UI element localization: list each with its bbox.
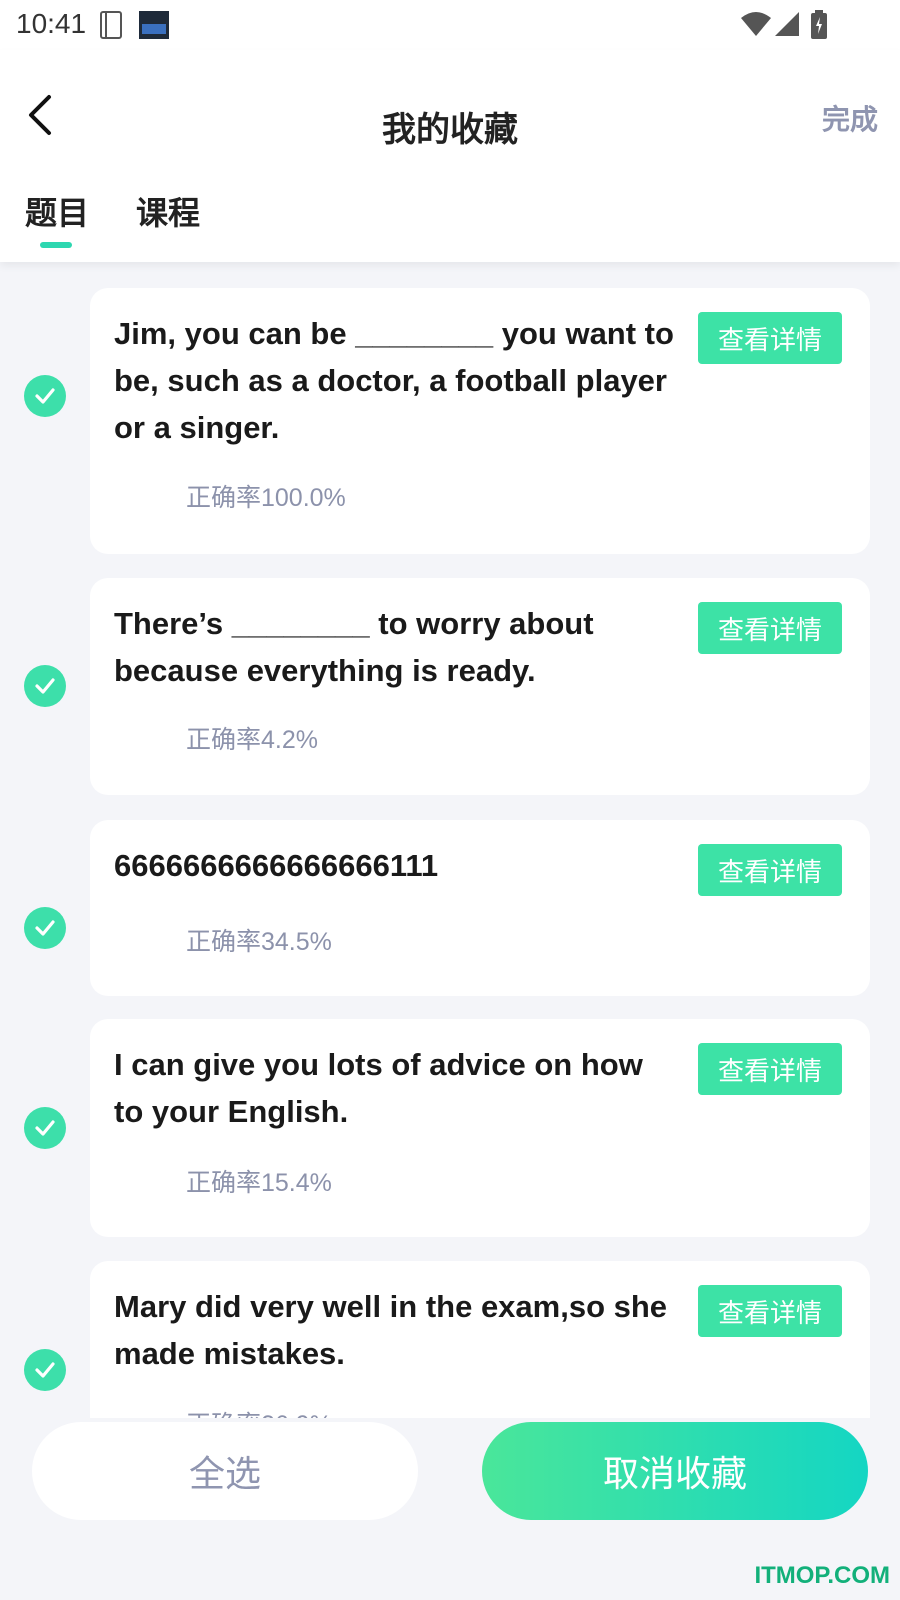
question-card[interactable]: There’s ________ to worry about because …	[90, 578, 870, 795]
question-text: 6666666666666666111	[114, 848, 439, 883]
view-details-button[interactable]: 查看详情	[698, 844, 842, 896]
question-card[interactable]: 6666666666666666111 查看详情 正确率34.5%	[90, 820, 870, 996]
tab-courses[interactable]: 课程	[136, 188, 200, 234]
battery-icon	[810, 10, 828, 45]
checkbox-checked-icon[interactable]	[24, 1107, 66, 1149]
checkbox-checked-icon[interactable]	[24, 665, 66, 707]
status-time: 10:41	[16, 8, 87, 39]
question-text: I can give you lots of advice on how to …	[114, 1047, 643, 1129]
question-card[interactable]: I can give you lots of advice on how to …	[90, 1019, 870, 1237]
remove-favorites-button[interactable]: 取消收藏	[482, 1422, 868, 1520]
accuracy-rate: 正确率4.2%	[186, 726, 318, 754]
watermark: ITMOP.COM	[754, 1562, 890, 1589]
signal-icon	[774, 10, 800, 43]
view-details-button[interactable]: 查看详情	[698, 312, 842, 364]
accuracy-rate: 正确率100.0%	[186, 484, 346, 512]
question-text: Mary did very well in the exam,so she ma…	[114, 1289, 668, 1371]
question-card[interactable]: Mary did very well in the exam,so she ma…	[90, 1261, 870, 1418]
done-button[interactable]: 完成	[822, 98, 878, 138]
notebook-icon	[98, 10, 124, 45]
accuracy-rate: 正确率15.4%	[186, 1169, 332, 1197]
page-title: 我的收藏	[382, 111, 518, 149]
view-details-button[interactable]: 查看详情	[698, 602, 842, 654]
status-bar: 10:41	[0, 0, 900, 50]
view-details-button[interactable]: 查看详情	[698, 1285, 842, 1337]
wifi-icon	[740, 10, 772, 43]
favorites-list[interactable]: Jim, you can be ________ you want to be,…	[0, 262, 900, 1418]
question-card[interactable]: Jim, you can be ________ you want to be,…	[90, 288, 870, 554]
checkbox-checked-icon[interactable]	[24, 1349, 66, 1391]
calendar-icon	[138, 10, 170, 45]
checkbox-checked-icon[interactable]	[24, 375, 66, 417]
checkbox-checked-icon[interactable]	[24, 907, 66, 949]
accuracy-rate: 正确率26.9%	[186, 1405, 332, 1418]
accuracy-rate: 正确率34.5%	[186, 928, 332, 956]
header: 我的收藏 完成 题目 课程	[0, 50, 900, 262]
view-details-button[interactable]: 查看详情	[698, 1043, 842, 1095]
active-tab-indicator	[40, 242, 72, 248]
question-text: Jim, you can be ________ you want to be,…	[114, 316, 674, 445]
select-all-button[interactable]: 全选	[32, 1422, 418, 1520]
question-text: There’s ________ to worry about because …	[114, 606, 594, 688]
tab-questions[interactable]: 题目	[25, 188, 89, 234]
